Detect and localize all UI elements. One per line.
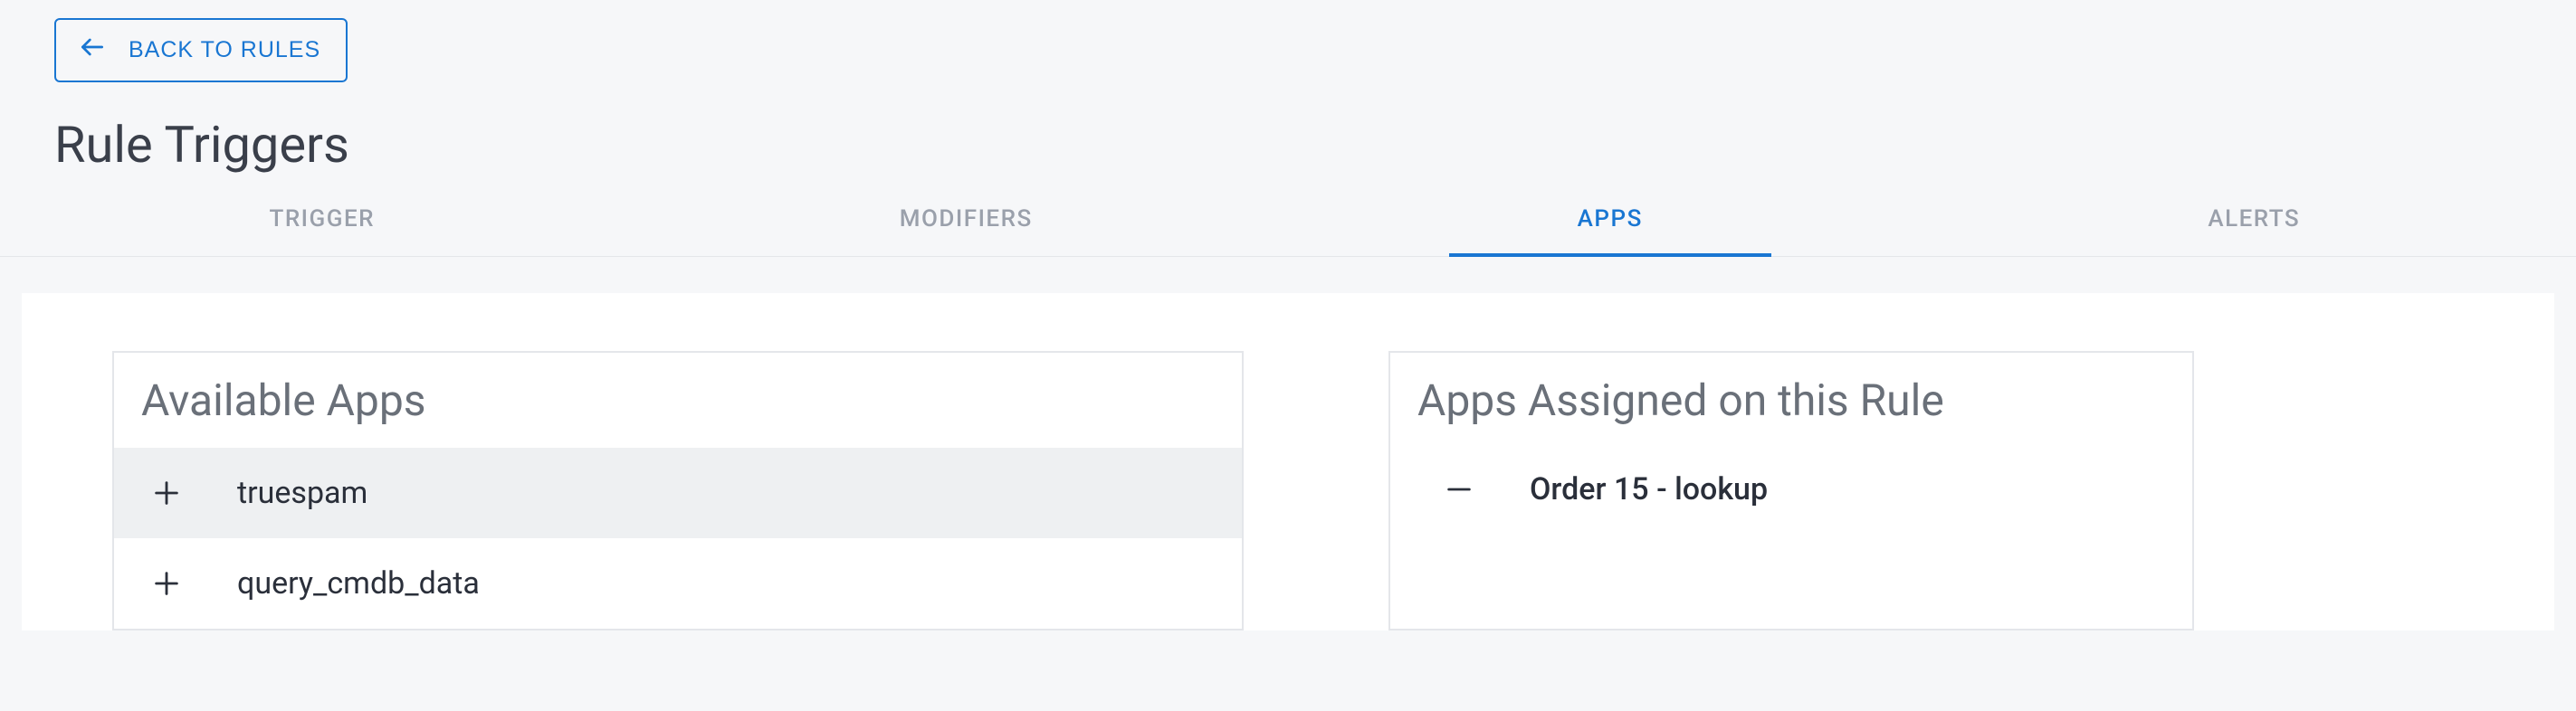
remove-icon[interactable] (1439, 469, 1479, 509)
assigned-apps-panel: Apps Assigned on this Rule Order 15 - lo… (1388, 351, 2194, 630)
list-item[interactable]: query_cmdb_data (114, 538, 1242, 629)
arrow-left-icon (78, 33, 107, 68)
tab-label: MODIFIERS (900, 205, 1033, 232)
tab-apps[interactable]: APPS (1288, 185, 1932, 256)
list-item[interactable]: truespam (114, 448, 1242, 538)
available-apps-title: Available Apps (114, 353, 1242, 448)
tabs: TRIGGER MODIFIERS APPS ALERTS (0, 185, 2576, 257)
page-title: Rule Triggers (54, 115, 2522, 175)
add-icon[interactable] (147, 564, 186, 603)
tab-label: APPS (1578, 205, 1643, 232)
assigned-apps-title: Apps Assigned on this Rule (1390, 353, 2192, 448)
app-label: truespam (237, 475, 367, 511)
tab-label: ALERTS (2208, 205, 2300, 232)
app-label: query_cmdb_data (237, 565, 480, 602)
tab-trigger[interactable]: TRIGGER (0, 185, 644, 256)
back-to-rules-button[interactable]: BACK TO RULES (54, 18, 348, 82)
tab-modifiers[interactable]: MODIFIERS (644, 185, 1289, 256)
back-button-label: BACK TO RULES (129, 37, 320, 63)
available-apps-panel: Available Apps truespam query_cmdb_data (112, 351, 1244, 630)
add-icon[interactable] (147, 473, 186, 513)
tab-label: TRIGGER (269, 205, 375, 232)
app-label: Order 15 - lookup (1530, 471, 1768, 507)
tab-alerts[interactable]: ALERTS (1932, 185, 2576, 256)
list-item[interactable]: Order 15 - lookup (1390, 448, 2192, 531)
